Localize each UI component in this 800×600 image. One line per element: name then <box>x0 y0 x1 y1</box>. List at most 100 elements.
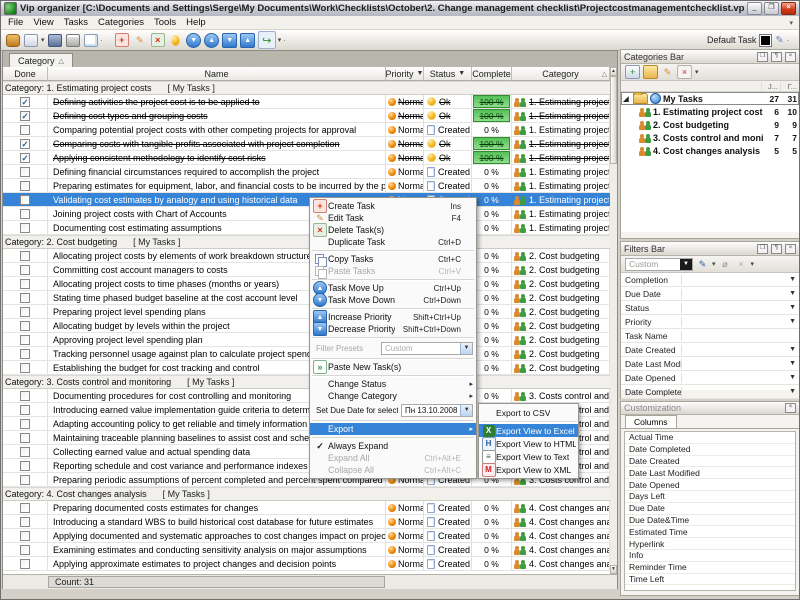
edit-category-button[interactable]: ✎ <box>661 66 674 78</box>
task-row[interactable]: Documenting cost estimating assumptionsN… <box>3 221 610 235</box>
priority-filter-arrow-icon[interactable]: ▼ <box>417 70 424 77</box>
tree-expander-icon[interactable]: ◢ <box>621 95 631 103</box>
open-dropdown-arrow[interactable]: ▾ <box>41 36 45 44</box>
grouping-tab-category[interactable]: Category △ <box>9 53 73 67</box>
filter-dropdown-icon[interactable]: ▼ <box>789 374 799 381</box>
filter-row-date-created[interactable]: Date Created▼ <box>621 343 799 357</box>
delete-task-button[interactable]: × <box>150 32 166 48</box>
filter-row-completion[interactable]: Completion▼ <box>621 273 799 287</box>
task-checkbox[interactable] <box>20 265 30 275</box>
task-checkbox[interactable] <box>20 181 30 191</box>
task-row[interactable]: Defining financial circumstances require… <box>3 165 610 179</box>
task-row[interactable]: Examining estimates and conducting sensi… <box>3 543 610 557</box>
task-checkbox[interactable] <box>20 503 30 513</box>
filters-toolbar-dropdown[interactable]: ▾ <box>751 260 755 268</box>
menu-item-export-view-to-html[interactable]: HExport View to HTML <box>479 437 578 450</box>
filter-dropdown-icon[interactable]: ▼ <box>789 290 799 297</box>
column-option[interactable]: Due Date&Time <box>625 515 795 527</box>
task-checkbox[interactable] <box>20 209 30 219</box>
task-checkbox[interactable]: ✓ <box>20 97 30 107</box>
task-checkbox[interactable] <box>20 433 30 443</box>
filter-dropdown-icon[interactable]: ▼ <box>789 360 799 367</box>
task-row[interactable]: Tracking personnel usage against plan to… <box>3 347 610 361</box>
menubar-item-help[interactable]: Help <box>181 17 211 28</box>
decrease-priority-button[interactable]: ▼ <box>222 32 238 48</box>
task-checkbox[interactable] <box>20 545 30 555</box>
filters-close-icon[interactable]: × <box>785 244 796 254</box>
menu-item-export[interactable]: Export▸ <box>310 423 476 435</box>
menu-item-export-view-to-excel[interactable]: XExport View to Excel <box>479 424 578 437</box>
menubar-item-view[interactable]: View <box>28 17 58 28</box>
tab-columns[interactable]: Columns <box>625 415 677 428</box>
column-header-category[interactable]: Category△ <box>512 67 610 81</box>
status-filter-arrow-icon[interactable]: ▼ <box>458 70 465 77</box>
menu-item-paste-new-task-s-[interactable]: »Paste New Task(s) <box>310 361 476 373</box>
column-option[interactable]: Info <box>625 550 795 562</box>
new-database-button[interactable] <box>5 32 21 48</box>
column-header-status[interactable]: Status▼ <box>424 67 472 81</box>
task-checkbox[interactable] <box>20 195 30 205</box>
categories-pin-icon[interactable]: ¶ <box>771 52 782 62</box>
task-checkbox[interactable]: ✓ <box>20 139 30 149</box>
categories-close-icon[interactable]: × <box>785 52 796 62</box>
menu-item-task-move-up[interactable]: ▲Task Move UpCtrl+Up <box>310 282 476 294</box>
task-checkbox[interactable] <box>20 125 30 135</box>
task-row[interactable]: Stating time phased budget baseline at t… <box>3 291 610 305</box>
tree-item-my-tasks[interactable]: ◢My Tasks2731 <box>621 92 799 105</box>
default-task-edit-icon[interactable]: ✎ <box>775 35 783 46</box>
task-checkbox[interactable] <box>20 363 30 373</box>
menu-item-delete-task-s-[interactable]: ×Delete Task(s) <box>310 224 476 236</box>
task-checkbox[interactable] <box>20 559 30 569</box>
menu-item-change-status[interactable]: Change Status▸ <box>310 378 476 390</box>
filter-row-date-opened[interactable]: Date Opened▼ <box>621 371 799 385</box>
task-checkbox[interactable] <box>20 447 30 457</box>
column-option[interactable]: Date Completed <box>625 444 795 456</box>
new-category-button[interactable]: + <box>625 65 640 79</box>
task-row[interactable]: Committing cost account managers to cost… <box>3 263 610 277</box>
menu-item-edit-task[interactable]: ✎Edit TaskF4 <box>310 212 476 224</box>
customization-close-icon[interactable]: × <box>785 403 796 413</box>
menubar-item-tasks[interactable]: Tasks <box>59 17 93 28</box>
filters-restore-icon[interactable]: ❐ <box>757 244 768 254</box>
filter-dropdown-icon[interactable]: ▼ <box>789 304 799 311</box>
clear-filter-button[interactable]: ⌀ <box>719 258 732 270</box>
column-option[interactable]: Due Date <box>625 503 795 515</box>
task-row[interactable]: Establishing the budget for cost trackin… <box>3 361 610 375</box>
task-row[interactable]: Allocating budget by levels within the p… <box>3 319 610 333</box>
task-checkbox[interactable] <box>20 391 30 401</box>
column-option[interactable]: Date Created <box>625 456 795 468</box>
filter-dropdown-icon[interactable]: ▼ <box>789 276 799 283</box>
column-option[interactable]: Date Opened <box>625 479 795 491</box>
category-group-row[interactable]: Category: 1. Estimating project costs[ M… <box>3 81 610 95</box>
filter-row-date-completed[interactable]: Date Completed▼ <box>621 385 799 399</box>
menu-item-increase-priority[interactable]: ▲Increase PriorityShift+Ctrl+Up <box>310 311 476 323</box>
menu-item-set-due-date-for-selected-tasks-combo[interactable]: Пн 13.10.2008▼ <box>401 404 473 417</box>
print-preview-button[interactable] <box>83 32 99 48</box>
toolbar-overflow-arrow[interactable]: ▾ <box>789 19 797 27</box>
task-move-down-button[interactable]: ▼ <box>186 32 202 48</box>
default-task-color-swatch[interactable] <box>759 34 772 47</box>
task-checkbox[interactable] <box>20 321 30 331</box>
scroll-thumb[interactable] <box>610 76 617 164</box>
category-group-row[interactable]: Category: 3. Costs control and monitorin… <box>3 375 610 389</box>
task-checkbox[interactable] <box>20 517 30 527</box>
task-checkbox[interactable] <box>20 279 30 289</box>
menubar-item-categories[interactable]: Categories <box>93 17 149 28</box>
filter-dropdown-icon[interactable]: ▼ <box>789 346 799 353</box>
menu-item-export-to-csv[interactable]: Export to CSV <box>479 406 578 419</box>
delete-category-button[interactable]: × <box>677 65 692 79</box>
task-row[interactable]: ✓Comparing costs with tangible profits a… <box>3 137 610 151</box>
task-row[interactable]: Documenting procedures for cost controll… <box>3 389 610 403</box>
combo-dropdown-icon[interactable]: ▼ <box>460 405 472 416</box>
increase-priority-button[interactable]: ▲ <box>240 32 256 48</box>
column-option[interactable]: Days Left <box>625 491 795 503</box>
column-header-done[interactable]: Done <box>3 67 48 81</box>
column-option[interactable]: Estimated Time <box>625 526 795 538</box>
menu-item-duplicate-task[interactable]: Duplicate TaskCtrl+D <box>310 236 476 248</box>
save-filter-button[interactable]: ✎ <box>696 258 709 270</box>
task-checkbox[interactable] <box>20 335 30 345</box>
column-header-complete[interactable]: Complete <box>472 67 512 81</box>
grid-vertical-scrollbar[interactable]: ▲ ▼ <box>610 67 617 574</box>
category-group-row[interactable]: Category: 4. Cost changes analysis[ My T… <box>3 487 610 501</box>
column-header-priority[interactable]: Priority▼ <box>386 67 424 81</box>
